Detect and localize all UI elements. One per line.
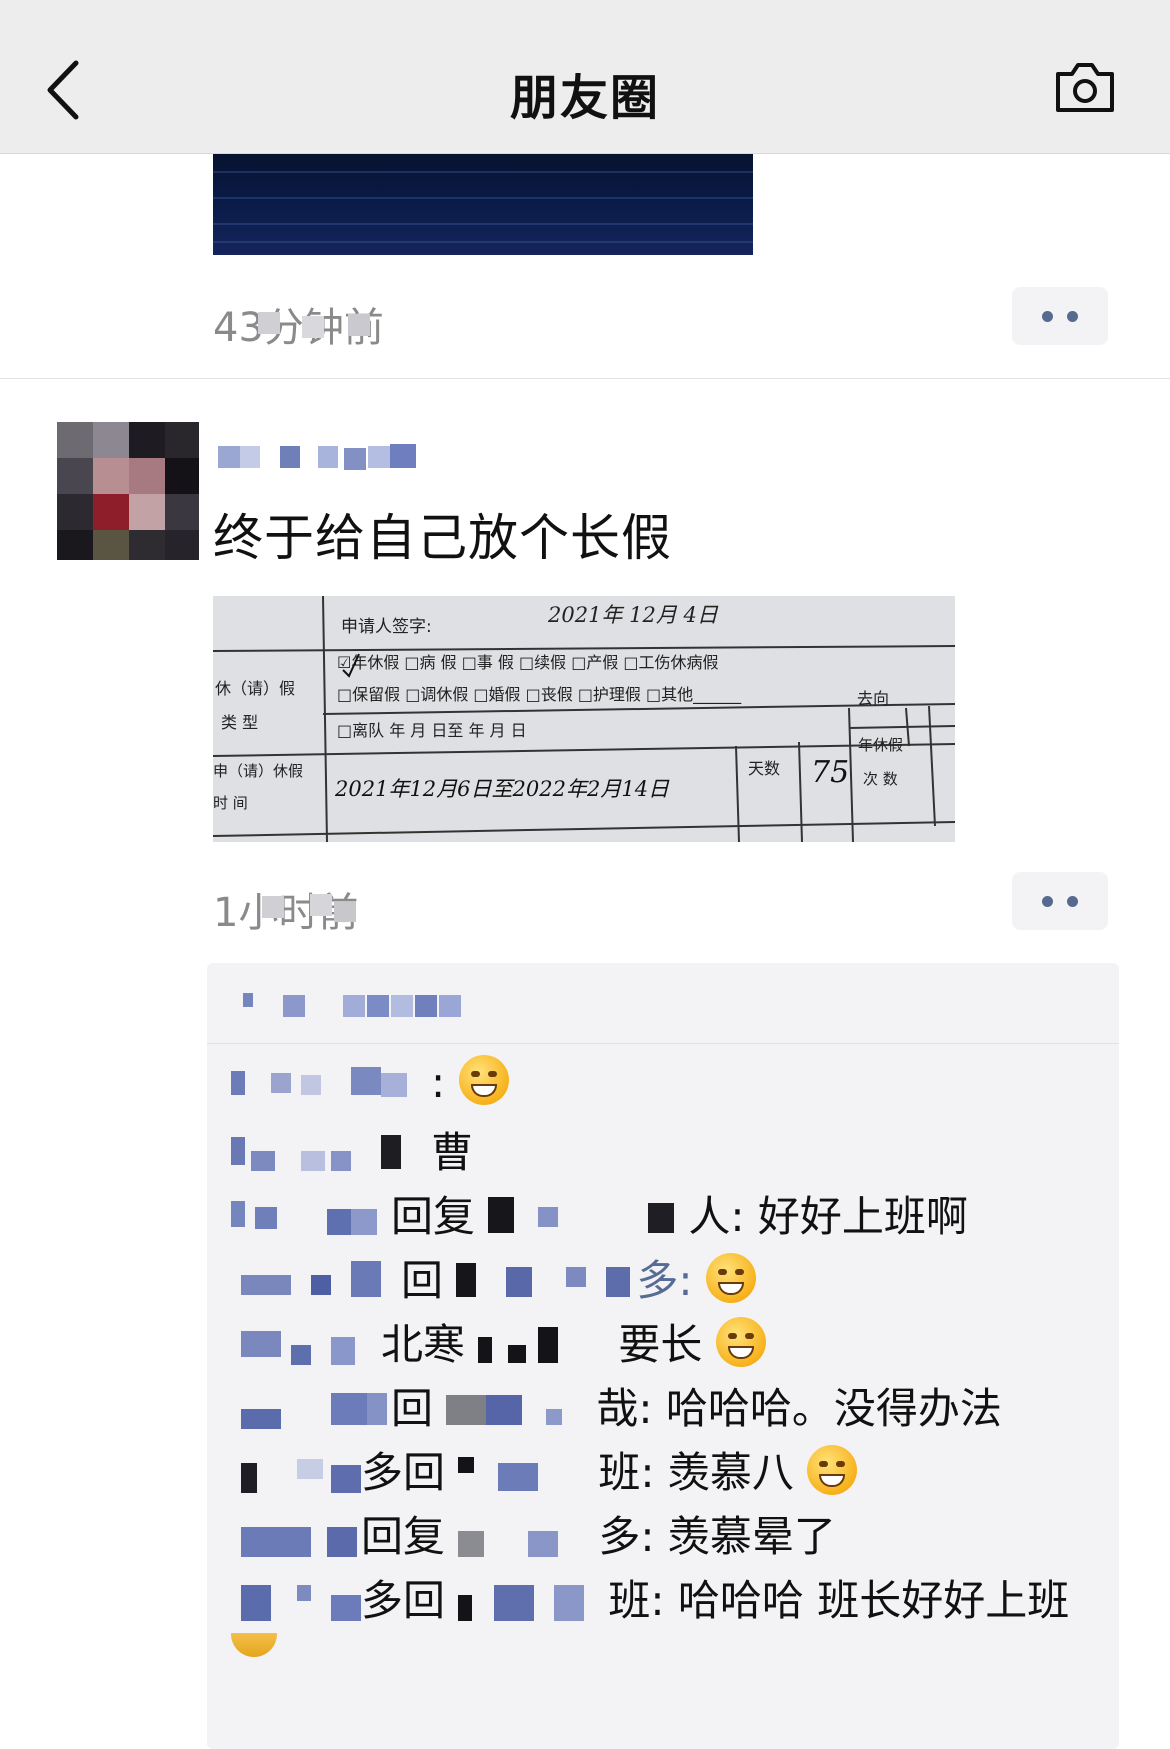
leave-form-photo: 申请人签字: 2021年 12月 4日 ☑年休假 □病 假 □事 假 □续假 □…: [213, 596, 955, 842]
comment-row[interactable]: 多回 班: 羡慕八: [231, 1439, 858, 1500]
grin-emoji-icon: [458, 1055, 509, 1105]
form-days-value: 75: [811, 755, 849, 790]
comment-text: 回: [391, 1384, 434, 1433]
comment-text: 曹: [431, 1128, 474, 1177]
reply-target-name[interactable]: [456, 1257, 636, 1301]
commenter-name[interactable]: [231, 1321, 381, 1365]
previous-post-image[interactable]: [213, 153, 753, 255]
comment-row[interactable]: 多回 班: 哈哈哈 班长好好上班: [231, 1567, 1069, 1628]
comment-text: 多回: [361, 1448, 446, 1497]
commenter-name[interactable]: [231, 1063, 431, 1103]
reply-target-name[interactable]: [488, 1193, 688, 1237]
comment-text: 回复: [391, 1192, 476, 1241]
reply-target-name[interactable]: [446, 1385, 596, 1429]
author-name[interactable]: [218, 440, 420, 480]
comment-text: 多:: [636, 1256, 693, 1305]
comment-text: 班: 羡慕八: [598, 1448, 794, 1497]
redaction-mosaic: [258, 312, 388, 340]
comment-row[interactable]: 曹: [231, 1119, 473, 1180]
comment-text: 北寒: [381, 1320, 466, 1369]
form-type-label-2: 类 型: [221, 713, 258, 732]
comment-row[interactable]: 回 多:: [231, 1247, 756, 1308]
comment-text: 多回: [361, 1576, 446, 1625]
drooling-emoji-icon: [715, 1317, 766, 1367]
redaction-mosaic: [262, 892, 362, 922]
reply-target-name[interactable]: [458, 1577, 608, 1621]
reply-target-name[interactable]: [478, 1321, 618, 1365]
comment-row[interactable]: 北寒 要长: [231, 1311, 766, 1372]
commenter-name[interactable]: [231, 1193, 391, 1237]
more-actions-button[interactable]: [1012, 872, 1108, 930]
commenter-name[interactable]: [231, 1513, 361, 1557]
comment-text: 多: 羡慕晕了: [598, 1512, 836, 1561]
comment-text: 回复: [361, 1512, 446, 1561]
comment-row[interactable]: :: [231, 1055, 509, 1107]
camera-icon[interactable]: [1054, 60, 1116, 114]
commenter-name[interactable]: [231, 1577, 361, 1621]
post-photo[interactable]: 申请人签字: 2021年 12月 4日 ☑年休假 □病 假 □事 假 □续假 □…: [213, 596, 955, 842]
form-type-label: 休（请）假: [215, 679, 295, 698]
comments-panel: : 曹 回复 人: 好好上班啊 回 多: 北寒 要长 回 哉: 哈哈哈。没得办法…: [207, 963, 1119, 1749]
nav-bar: 朋友圈: [0, 0, 1170, 154]
laughing-crying-emoji-icon: [705, 1253, 756, 1303]
form-days-label: 天数: [748, 759, 780, 778]
form-leave-period: 2021年12月6日至2022年2月14日: [334, 777, 670, 801]
post-text: 终于给自己放个长假: [213, 509, 672, 567]
more-actions-button[interactable]: [1012, 287, 1108, 345]
comment-text: :: [431, 1058, 446, 1107]
comment-text: 回: [401, 1256, 444, 1305]
likes-row[interactable]: [243, 989, 653, 1023]
form-leave-types-row3: □离队 年 月 日至 年 月 日: [337, 721, 527, 740]
commenter-name[interactable]: [231, 1257, 401, 1301]
comment-text: 班: 哈哈哈 班长好好上班: [608, 1576, 1070, 1625]
commenter-name[interactable]: [231, 1385, 391, 1429]
comment-text: 人: 好好上班啊: [688, 1192, 968, 1241]
likes-divider: [207, 1043, 1119, 1044]
form-time-label-2: 时 间: [213, 794, 248, 812]
comment-row[interactable]: 回复 人: 好好上班啊: [231, 1183, 968, 1244]
form-destination-label: 去向: [857, 689, 889, 708]
emoji-icon: [231, 1633, 277, 1657]
commenter-name[interactable]: [231, 1129, 431, 1173]
form-leave-types-row2: □保留假 □调休假 □婚假 □丧假 □护理假 □其他______: [337, 685, 742, 705]
avatar[interactable]: [57, 422, 199, 560]
reply-target-name[interactable]: [458, 1449, 598, 1493]
post-divider: [0, 378, 1170, 379]
page-title: 朋友圈: [509, 70, 660, 126]
form-signature-date: 2021年 12月 4日: [547, 603, 719, 627]
comment-text: 哉: 哈哈哈。没得办法: [596, 1384, 1002, 1433]
laughing-crying-emoji-icon: [807, 1445, 858, 1495]
form-annual-label-2: 次 数: [863, 770, 898, 788]
comment-row[interactable]: 回 哉: 哈哈哈。没得办法: [231, 1375, 1002, 1436]
comment-row[interactable]: 回复 多: 羡慕晕了: [231, 1503, 836, 1564]
commenter-name[interactable]: [231, 1449, 361, 1493]
reply-target-name[interactable]: [458, 1513, 598, 1557]
form-signature-label: 申请人签字:: [341, 617, 432, 637]
comment-text: 要长: [618, 1320, 703, 1369]
form-time-label: 申（请）休假: [213, 762, 303, 780]
form-annual-label: 年休假: [858, 736, 903, 754]
form-leave-types-row1: ☑年休假 □病 假 □事 假 □续假 □产假 □工伤休病假: [337, 653, 719, 672]
